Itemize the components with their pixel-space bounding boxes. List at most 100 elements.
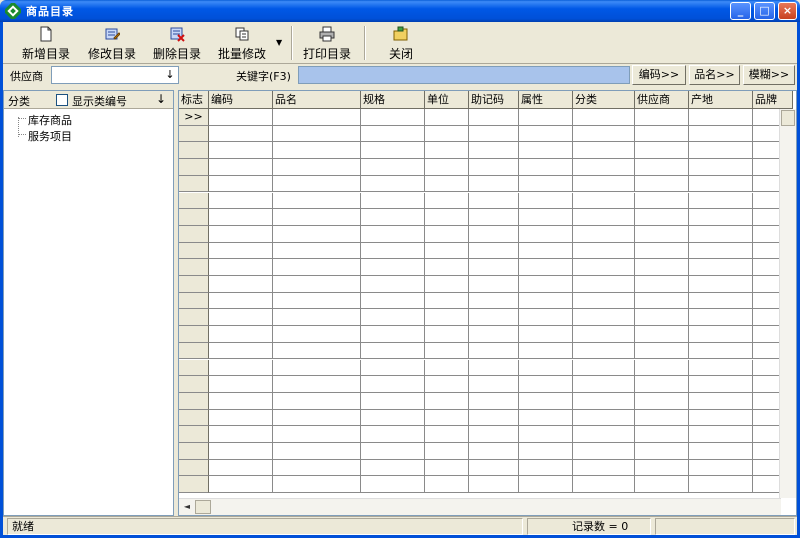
table-cell[interactable] <box>519 175 573 193</box>
table-cell[interactable] <box>425 426 469 443</box>
table-cell[interactable] <box>635 175 689 193</box>
table-cell[interactable] <box>361 309 425 327</box>
table-cell[interactable] <box>519 443 573 460</box>
table-cell[interactable] <box>573 309 635 327</box>
table-cell[interactable] <box>635 342 689 360</box>
column-header[interactable]: 品牌 <box>753 91 793 109</box>
table-row[interactable] <box>179 175 793 193</box>
table-cell[interactable] <box>273 225 361 243</box>
tree-item-services[interactable]: 服务项目 <box>28 128 72 144</box>
table-cell[interactable] <box>361 259 425 276</box>
table-cell[interactable] <box>425 159 469 176</box>
table-cell[interactable] <box>425 326 469 343</box>
row-indicator-cell[interactable] <box>179 426 209 443</box>
row-indicator-cell[interactable] <box>179 209 209 226</box>
column-header[interactable]: 供应商 <box>635 91 689 109</box>
table-cell[interactable] <box>635 392 689 410</box>
table-cell[interactable] <box>469 159 519 176</box>
table-cell[interactable] <box>361 359 425 377</box>
table-cell[interactable] <box>469 476 519 494</box>
table-cell[interactable] <box>469 309 519 327</box>
row-indicator-cell[interactable] <box>179 409 209 427</box>
horizontal-scrollbar[interactable]: ◄ <box>179 498 781 515</box>
table-cell[interactable] <box>209 309 273 327</box>
table-cell[interactable] <box>469 192 519 210</box>
table-row[interactable] <box>179 326 793 343</box>
table-cell[interactable] <box>273 242 361 260</box>
table-cell[interactable] <box>361 159 425 176</box>
search-by-name-button[interactable]: 品名>> <box>689 65 740 85</box>
table-cell[interactable] <box>573 242 635 260</box>
table-cell[interactable] <box>689 142 753 160</box>
supplier-select[interactable]: ↓ <box>51 66 179 84</box>
table-cell[interactable] <box>425 276 469 293</box>
table-cell[interactable] <box>573 192 635 210</box>
table-cell[interactable] <box>425 376 469 393</box>
table-cell[interactable] <box>689 309 753 327</box>
table-cell[interactable] <box>469 225 519 243</box>
table-cell[interactable] <box>689 376 753 393</box>
table-row[interactable] <box>179 476 793 494</box>
row-indicator-cell[interactable] <box>179 192 209 210</box>
table-cell[interactable] <box>273 443 361 460</box>
table-cell[interactable] <box>361 209 425 226</box>
table-cell[interactable] <box>469 359 519 377</box>
table-cell[interactable] <box>273 142 361 160</box>
row-indicator-cell[interactable] <box>179 242 209 260</box>
table-cell[interactable] <box>635 192 689 210</box>
show-code-checkbox[interactable] <box>56 94 68 106</box>
scroll-left-icon[interactable]: ◄ <box>180 500 194 514</box>
table-cell[interactable] <box>689 326 753 343</box>
row-indicator-cell[interactable] <box>179 359 209 377</box>
table-cell[interactable] <box>519 159 573 176</box>
table-cell[interactable] <box>209 125 273 143</box>
table-cell[interactable] <box>425 342 469 360</box>
table-cell[interactable] <box>361 242 425 260</box>
table-cell[interactable] <box>209 443 273 460</box>
table-row[interactable] <box>179 342 793 360</box>
table-cell[interactable] <box>469 125 519 143</box>
table-cell[interactable] <box>689 426 753 443</box>
table-cell[interactable] <box>273 309 361 327</box>
table-row[interactable] <box>179 142 793 160</box>
table-cell[interactable] <box>425 476 469 494</box>
column-header[interactable]: 助记码 <box>469 91 519 109</box>
table-cell[interactable] <box>573 342 635 360</box>
table-cell[interactable] <box>469 242 519 260</box>
table-cell[interactable] <box>273 209 361 226</box>
table-cell[interactable] <box>519 209 573 226</box>
row-indicator-cell[interactable] <box>179 125 209 143</box>
table-cell[interactable] <box>635 159 689 176</box>
maximize-button[interactable]: □ <box>754 2 775 20</box>
search-by-code-button[interactable]: 编码>> <box>632 65 686 85</box>
table-cell[interactable] <box>635 443 689 460</box>
delete-catalog-button[interactable]: 删除目录 <box>150 24 204 62</box>
table-cell[interactable] <box>469 342 519 360</box>
table-cell[interactable] <box>209 109 273 126</box>
table-cell[interactable] <box>273 292 361 310</box>
horizontal-scroll-thumb[interactable] <box>195 500 211 514</box>
table-cell[interactable] <box>519 376 573 393</box>
column-header[interactable]: 规格 <box>361 91 425 109</box>
minimize-button[interactable]: _ <box>730 2 751 20</box>
column-header[interactable]: 属性 <box>519 91 573 109</box>
table-cell[interactable] <box>361 326 425 343</box>
table-cell[interactable] <box>689 459 753 477</box>
table-cell[interactable] <box>425 192 469 210</box>
column-header[interactable]: 分类 <box>573 91 635 109</box>
table-cell[interactable] <box>469 392 519 410</box>
column-header[interactable]: 产地 <box>689 91 753 109</box>
table-cell[interactable] <box>469 326 519 343</box>
table-cell[interactable] <box>273 276 361 293</box>
table-cell[interactable] <box>635 326 689 343</box>
table-cell[interactable] <box>635 276 689 293</box>
table-cell[interactable] <box>209 426 273 443</box>
table-row[interactable] <box>179 376 793 393</box>
table-cell[interactable] <box>469 109 519 126</box>
table-cell[interactable] <box>469 292 519 310</box>
print-catalog-button[interactable]: 打印目录 <box>300 24 354 62</box>
table-cell[interactable] <box>209 142 273 160</box>
row-indicator-cell[interactable] <box>179 459 209 477</box>
table-cell[interactable] <box>573 175 635 193</box>
table-cell[interactable] <box>361 175 425 193</box>
